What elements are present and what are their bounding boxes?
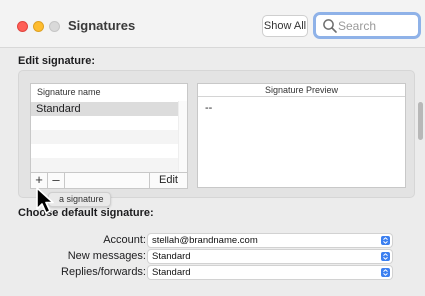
- signature-list[interactable]: Signature name Standard: [30, 83, 188, 178]
- popup-arrows-icon: [381, 268, 390, 277]
- edit-signature-button[interactable]: Edit: [149, 173, 187, 188]
- add-signature-button[interactable]: +: [31, 173, 48, 188]
- signature-preview-header: Signature Preview: [198, 84, 405, 97]
- list-scrollbar-track[interactable]: [178, 101, 187, 177]
- add-signature-tooltip: a signature: [48, 192, 111, 207]
- show-all-button[interactable]: Show All: [262, 15, 308, 37]
- toolbar: Signatures Show All: [0, 0, 425, 48]
- replies-forwards-value: Standard: [152, 267, 191, 278]
- new-messages-label: New messages:: [67, 250, 146, 262]
- account-label: Account:: [103, 234, 146, 246]
- signature-list-item[interactable]: Standard: [31, 102, 179, 116]
- mouse-pointer-icon: [36, 187, 54, 214]
- popup-arrows-icon: [381, 252, 390, 261]
- empty-list-row: [31, 130, 179, 144]
- minimize-window-button[interactable]: [33, 21, 44, 32]
- search-icon: [323, 19, 337, 33]
- new-messages-value: Standard: [152, 251, 191, 262]
- window-title: Signatures: [68, 18, 136, 33]
- signature-list-header: Signature name: [37, 87, 101, 97]
- replies-forwards-popup[interactable]: Standard: [148, 266, 392, 279]
- account-popup[interactable]: stellah@brandname.com: [148, 234, 392, 247]
- signatures-window: Signatures Show All Edit signature: Sign…: [0, 0, 425, 296]
- zoom-window-button[interactable]: [49, 21, 60, 32]
- close-window-button[interactable]: [17, 21, 28, 32]
- remove-signature-button[interactable]: –: [48, 173, 65, 188]
- search-field[interactable]: [313, 12, 421, 39]
- new-messages-popup[interactable]: Standard: [148, 250, 392, 263]
- search-input[interactable]: [338, 17, 416, 34]
- list-scrollbar-thumb[interactable]: [418, 102, 423, 140]
- account-value: stellah@brandname.com: [152, 235, 258, 246]
- replies-forwards-label: Replies/forwards:: [61, 266, 146, 278]
- empty-list-row: [31, 158, 179, 172]
- signature-preview-text: --: [205, 102, 213, 114]
- popup-arrows-icon: [381, 236, 390, 245]
- signature-preview-pane: Signature Preview --: [197, 83, 406, 188]
- edit-signature-heading: Edit signature:: [18, 55, 96, 67]
